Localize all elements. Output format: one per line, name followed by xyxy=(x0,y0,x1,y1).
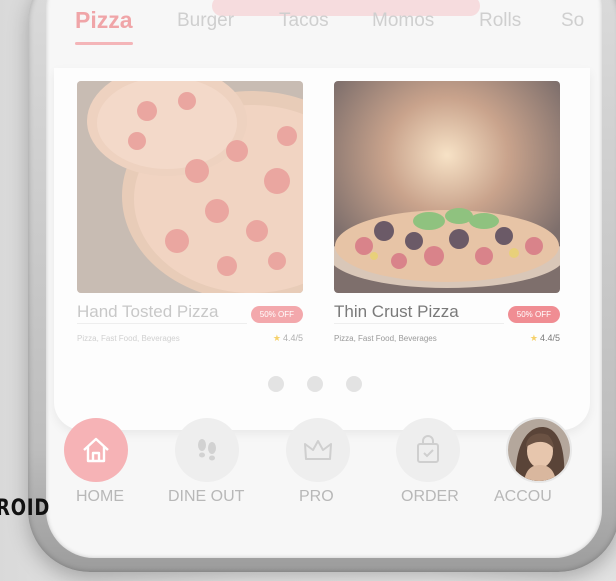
restaurant-card[interactable]: Thin Crust Pizza 50% OFF Pizza, Fast Foo… xyxy=(334,81,560,343)
star-icon: ★ xyxy=(529,333,538,343)
tab-pizza[interactable]: Pizza xyxy=(75,7,133,34)
shopping-bag-icon xyxy=(417,435,439,463)
active-tab-indicator xyxy=(75,42,133,45)
tab-more[interactable]: So xyxy=(561,10,584,32)
nav-pro-button[interactable] xyxy=(286,418,350,482)
tab-tacos[interactable]: Tacos xyxy=(279,10,329,32)
nav-order-button[interactable] xyxy=(396,418,460,482)
card-divider xyxy=(77,323,247,324)
restaurant-name: Thin Crust Pizza xyxy=(334,302,459,321)
nav-dine-out-label: DINE OUT xyxy=(168,488,245,505)
carousel-dot[interactable] xyxy=(307,376,323,392)
nav-order-label: ORDER xyxy=(401,488,459,505)
nav-account-label: ACCOU xyxy=(494,488,552,505)
restaurant-name: Hand Tosted Pizza xyxy=(77,302,219,321)
nav-home-label: HOME xyxy=(76,488,124,505)
rating: ★ 4.4/5 xyxy=(530,333,560,344)
crown-icon xyxy=(304,440,332,460)
rating: ★ 4.4/5 xyxy=(273,333,303,344)
carousel-dot[interactable] xyxy=(268,376,284,392)
card-divider xyxy=(334,323,504,324)
discount-badge: 50% OFF xyxy=(507,306,560,323)
cuisine-tags: Pizza, Fast Food, Beverages xyxy=(77,334,180,343)
pizza-image xyxy=(334,81,560,293)
restaurant-card[interactable]: Hand Tosted Pizza 50% OFF Pizza, Fast Fo… xyxy=(77,81,303,343)
nav-home-button[interactable] xyxy=(64,418,128,482)
app-screen: Pizza Burger Tacos Momos Rolls So Hand T… xyxy=(46,0,602,558)
side-brand-label: ROID xyxy=(0,496,51,521)
cuisine-tags: Pizza, Fast Food, Beverages xyxy=(334,334,437,343)
avatar[interactable] xyxy=(506,417,572,483)
rating-value: 4.4/5 xyxy=(282,333,303,343)
tab-momos[interactable]: Momos xyxy=(372,10,434,32)
category-tabs: Pizza Burger Tacos Momos Rolls So xyxy=(75,7,602,50)
footprints-icon xyxy=(198,439,216,461)
tab-burger[interactable]: Burger xyxy=(177,10,234,32)
nav-pro-label: PRO xyxy=(299,488,334,505)
tab-rolls[interactable]: Rolls xyxy=(479,10,521,32)
home-icon xyxy=(83,437,109,463)
discount-badge: 50% OFF xyxy=(250,306,303,323)
rating-value: 4.4/5 xyxy=(539,333,560,343)
pizza-image xyxy=(77,81,303,293)
carousel-dot[interactable] xyxy=(346,376,362,392)
star-icon: ★ xyxy=(272,333,281,343)
nav-dine-out-button[interactable] xyxy=(175,418,239,482)
